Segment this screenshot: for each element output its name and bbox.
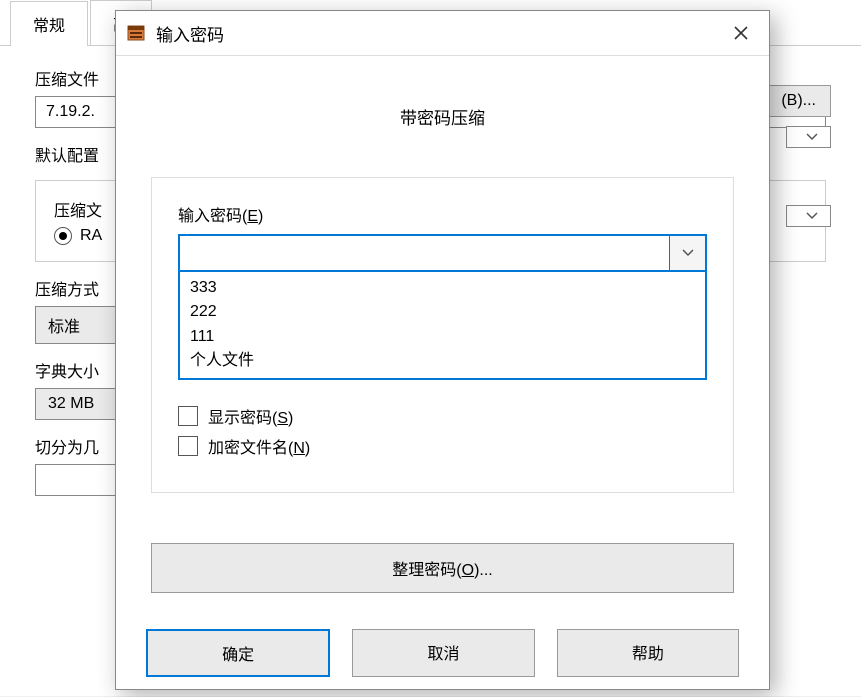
titlebar: 输入密码 (116, 11, 769, 56)
method-select[interactable]: 标准 (35, 306, 125, 344)
close-button[interactable] (717, 17, 765, 49)
checkbox-icon (178, 436, 198, 456)
manage-passwords-button[interactable]: 整理密码(O)... (151, 543, 734, 593)
password-input[interactable] (178, 234, 669, 272)
chevron-down-icon (806, 212, 818, 220)
password-dropdown-list: 333 222 111 个人文件 (178, 272, 707, 380)
password-section: 输入密码(E) 333 222 111 个人文件 显示密码(S) (151, 177, 734, 493)
dialog-title: 输入密码 (156, 21, 717, 46)
radio-rar-label: RA (80, 227, 102, 245)
encrypt-names-checkbox-row[interactable]: 加密文件名(N) (178, 434, 707, 458)
dict-select[interactable]: 32 MB (35, 388, 125, 420)
password-option[interactable]: 222 (180, 300, 705, 324)
dialog-footer: 确定 取消 帮助 (116, 613, 769, 697)
password-label: 输入密码(E) (178, 202, 707, 226)
chevron-down-icon (682, 249, 694, 257)
chevron-down-icon (806, 133, 818, 141)
password-dropdown-toggle[interactable] (669, 234, 707, 272)
password-option[interactable]: 个人文件 (180, 349, 705, 373)
checkbox-icon (178, 406, 198, 426)
tab-general[interactable]: 常规 (10, 1, 88, 46)
ok-button[interactable]: 确定 (146, 629, 330, 677)
close-icon (734, 26, 748, 40)
password-option[interactable]: 111 (180, 325, 705, 349)
bg-dropdown-1[interactable] (786, 126, 831, 148)
encrypt-names-label: 加密文件名(N) (208, 434, 310, 458)
browse-button[interactable]: (B)... (766, 85, 831, 117)
password-dialog: 输入密码 带密码压缩 输入密码(E) 333 222 111 个人文 (115, 10, 770, 690)
app-icon (126, 23, 146, 43)
dialog-body: 带密码压缩 输入密码(E) 333 222 111 个人文件 (116, 56, 769, 613)
dialog-heading: 带密码压缩 (151, 104, 734, 129)
show-password-label: 显示密码(S) (208, 404, 293, 428)
radio-rar-icon (54, 227, 72, 245)
help-button[interactable]: 帮助 (557, 629, 739, 677)
bg-dropdown-2[interactable] (786, 205, 831, 227)
show-password-checkbox-row[interactable]: 显示密码(S) (178, 404, 707, 428)
cancel-button[interactable]: 取消 (352, 629, 534, 677)
password-option[interactable]: 333 (180, 276, 705, 300)
